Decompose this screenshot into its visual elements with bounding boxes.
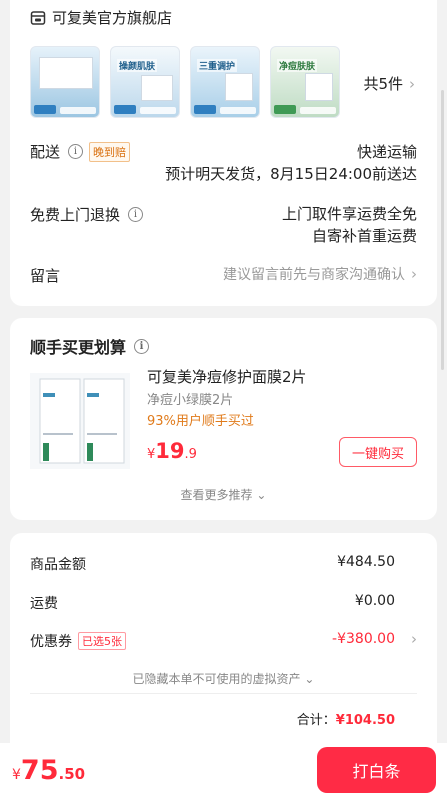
coupon-label: 优惠券	[30, 634, 72, 650]
price-summary-card: 商品金额 ¥484.50 运费 ¥0.00 优惠券 已选5张 -¥380.00 …	[10, 533, 437, 743]
order-total: 合计：¥104.50	[297, 709, 395, 728]
product-thumb-2[interactable]: 操颜肌肤	[110, 46, 180, 118]
shipping-value: ¥0.00	[354, 593, 395, 609]
pay-currency: ¥	[12, 767, 21, 783]
chevron-down-icon: ⌄	[304, 672, 315, 686]
late-compensation-badge: 晚到赔	[89, 141, 131, 162]
product-thumb-2-title: 操颜肌肤	[117, 59, 158, 72]
item-count-label: 共5件	[363, 75, 403, 93]
note-input[interactable]: 建议留言前先与商家沟通确认 ›	[223, 264, 417, 284]
chevron-right-icon[interactable]: ›	[411, 630, 417, 648]
addon-product-image[interactable]	[30, 373, 130, 469]
more-recommendations-label: 查看更多推荐	[180, 488, 253, 502]
coupon-value[interactable]: -¥380.00	[332, 631, 395, 647]
delivery-label: 配送	[30, 143, 61, 161]
note-placeholder: 建议留言前先与商家沟通确认	[223, 267, 405, 283]
product-thumb-3[interactable]: 三重调护	[190, 46, 260, 118]
goods-amount-label: 商品金额	[30, 557, 86, 573]
addon-price: ¥19.9	[147, 439, 197, 463]
addon-title: 顺手买更划算	[30, 338, 127, 357]
chevron-right-icon: ›	[411, 265, 417, 283]
coupon-selected-badge: 已选5张	[78, 632, 126, 650]
note-label-text: 留言	[30, 267, 61, 285]
info-icon[interactable]: i	[128, 207, 144, 222]
goods-amount-value: ¥484.50	[337, 554, 395, 570]
scrollbar[interactable]	[441, 90, 444, 370]
store-header[interactable]: 可复美官方旗舰店	[30, 7, 172, 28]
info-icon[interactable]: i	[68, 144, 84, 159]
divider	[30, 693, 417, 694]
total-value: ¥104.50	[335, 713, 395, 728]
addon-recommendation-card: 顺手买更划算 i 可复美净痘修护面膜2片 净痘小绿膜2片 93%用户顺手买过 ¥…	[10, 318, 437, 520]
item-count[interactable]: 共5件 ›	[363, 73, 415, 94]
delivery-label-row: 配送 i 晚到赔	[30, 141, 131, 162]
checkout-bar: ¥75.50 打白条	[0, 743, 447, 800]
addon-purchase-stat: 93%用户顺手买过	[147, 414, 254, 429]
returns-label-row: 免费上门退换 i	[30, 204, 144, 225]
delivery-method[interactable]: 快递运输	[357, 141, 417, 162]
product-thumbnails[interactable]: 操颜肌肤 三重调护 净痘肤肤	[30, 46, 340, 118]
store-icon	[30, 10, 46, 25]
pay-amount-decimal: .50	[58, 765, 86, 783]
chevron-right-icon: ›	[409, 74, 415, 93]
chevron-down-icon: ⌄	[256, 488, 267, 502]
pay-amount: ¥75.50	[12, 755, 85, 786]
coupon-label-row: 优惠券 已选5张	[30, 631, 126, 651]
product-thumb-4[interactable]: 净痘肤肤	[270, 46, 340, 118]
pay-button[interactable]: 打白条	[317, 747, 436, 793]
info-icon[interactable]: i	[134, 338, 150, 354]
delivery-eta: 预计明天发货，8月15日24:00前送达	[165, 165, 417, 183]
product-thumb-1[interactable]	[30, 46, 100, 118]
store-name: 可复美官方旗舰店	[52, 9, 173, 27]
returns-label: 免费上门退换	[30, 206, 121, 224]
addon-price-integer: 19	[155, 439, 185, 463]
product-thumb-3-title: 三重调护	[197, 59, 238, 72]
addon-price-decimal: .9	[184, 447, 197, 462]
total-label: 合计：	[296, 713, 336, 728]
shipping-label: 运费	[30, 596, 58, 612]
hidden-assets-toggle[interactable]: 已隐藏本单不可使用的虚拟资产 ⌄	[10, 670, 437, 687]
returns-line-1: 上门取件享运费全免	[281, 205, 417, 223]
order-items-card: 可复美官方旗舰店 操颜肌肤 三重调护 净痘肤肤 共5件 › 配送 i 晚到赔 快…	[10, 0, 437, 306]
addon-product-subtitle: 净痘小绿膜2片	[147, 393, 234, 408]
returns-line-2: 自寄补首重运费	[311, 227, 417, 245]
product-thumb-4-title: 净痘肤肤	[277, 59, 318, 72]
one-click-buy-button[interactable]: 一键购买	[339, 437, 417, 467]
addon-product-name[interactable]: 可复美净痘修护面膜2片	[147, 366, 307, 387]
note-label: 留言	[30, 265, 60, 286]
pay-amount-integer: 75	[20, 755, 59, 786]
addon-title-row: 顺手买更划算 i	[30, 334, 150, 358]
hidden-assets-label: 已隐藏本单不可使用的虚拟资产	[132, 672, 301, 686]
more-recommendations-link[interactable]: 查看更多推荐 ⌄	[10, 486, 437, 503]
